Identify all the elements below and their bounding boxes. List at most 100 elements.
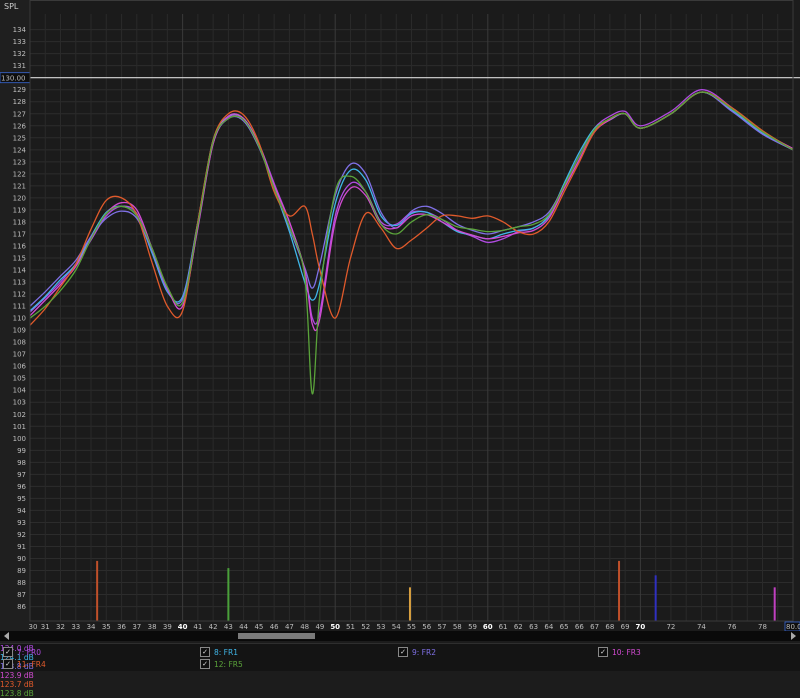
y-tick-label: 125 bbox=[13, 134, 26, 142]
y-tick-label: 134 bbox=[13, 26, 27, 34]
y-tick-label: 133 bbox=[13, 38, 26, 46]
y-tick-label: 102 bbox=[13, 411, 26, 419]
x-tick-label: 31 bbox=[41, 623, 50, 631]
y-tick-label: 91 bbox=[17, 543, 26, 551]
y-tick-label: 106 bbox=[13, 363, 27, 371]
x-tick-label: 45 bbox=[254, 623, 263, 631]
legend-db: 123.8 dB bbox=[0, 689, 34, 698]
y-tick-label: 114 bbox=[13, 267, 27, 275]
y-tick-label: 112 bbox=[13, 291, 26, 299]
legend: ✓ 7: FR0 ✓ 8: FR1 ✓ 9: FR2 ✓ 10: FR3 ✓ 1… bbox=[0, 643, 800, 698]
x-tick-label: 42 bbox=[209, 623, 218, 631]
x-tick-label: 55 bbox=[407, 623, 416, 631]
y-tick-label: 95 bbox=[17, 495, 26, 503]
legend-item-fr1[interactable]: ✓ 8: FR1 bbox=[200, 646, 238, 658]
x-tick-label: 76 bbox=[727, 623, 736, 631]
y-tick-label: 101 bbox=[13, 423, 26, 431]
y-tick-label: 104 bbox=[13, 387, 27, 395]
x-tick-label: 37 bbox=[132, 623, 141, 631]
x-tick-label: 63 bbox=[529, 623, 538, 631]
y-tick-label: 88 bbox=[17, 579, 26, 587]
scroll-left-arrow-icon[interactable] bbox=[4, 632, 9, 640]
horizontal-scrollbar[interactable] bbox=[0, 631, 800, 641]
legend-item-fr5[interactable]: ✓ 12: FR5 bbox=[200, 658, 243, 670]
y-tick-label: 98 bbox=[17, 459, 26, 467]
y-tick-label: 119 bbox=[13, 206, 26, 214]
y-tick-label: 126 bbox=[13, 122, 27, 130]
y-tick-label: 87 bbox=[17, 591, 26, 599]
y-tick-label: 107 bbox=[13, 351, 26, 359]
x-tick-label: 51 bbox=[346, 623, 355, 631]
x-tick-label: 46 bbox=[270, 623, 279, 631]
y-tick-label: 108 bbox=[13, 339, 26, 347]
x-tick-label: 69 bbox=[621, 623, 630, 631]
legend-checkbox[interactable]: ✓ bbox=[200, 659, 210, 669]
y-tick-label: 117 bbox=[13, 230, 26, 238]
x-tick-label: 74 bbox=[697, 623, 706, 631]
y-tick-label: 110 bbox=[13, 315, 26, 323]
legend-label: 12: FR5 bbox=[214, 659, 243, 669]
legend-label: 8: FR1 bbox=[214, 647, 238, 657]
y-tick-label: 118 bbox=[13, 218, 26, 226]
spl-plot[interactable]: 86 87 88 89 90 91 92 93 94 95 96 97 98 99 100 101 102 103… bbox=[0, 0, 800, 643]
legend-item-fr4[interactable]: ✓ 11: FR4 bbox=[3, 658, 46, 670]
x-tick-label: 40 bbox=[178, 623, 188, 631]
y-tick-label: 89 bbox=[17, 567, 26, 575]
x-tick-label: 64 bbox=[544, 623, 553, 631]
y-tick-label: 111 bbox=[13, 303, 26, 311]
y-tick-label: 105 bbox=[13, 375, 26, 383]
legend-db: 123.9 dB bbox=[0, 671, 34, 680]
x-tick-label: 34 bbox=[87, 623, 96, 631]
x-tick-label: 36 bbox=[117, 623, 126, 631]
y-tick-label: 94 bbox=[17, 507, 26, 515]
legend-checkbox[interactable]: ✓ bbox=[598, 647, 608, 657]
legend-db: 123.7 dB bbox=[0, 680, 34, 689]
legend-checkbox[interactable]: ✓ bbox=[398, 647, 408, 657]
x-tick-label: 54 bbox=[392, 623, 401, 631]
legend-item-fr2[interactable]: ✓ 9: FR2 bbox=[398, 646, 436, 658]
x-tick-label: 56 bbox=[422, 623, 431, 631]
y-tick-label: 97 bbox=[17, 471, 26, 479]
legend-label: 7: FR0 bbox=[17, 647, 41, 657]
y-tick-label: 121 bbox=[13, 182, 26, 190]
x-tick-label: 65 bbox=[560, 623, 569, 631]
legend-checkbox[interactable]: ✓ bbox=[200, 647, 210, 657]
y-tick-label: 128 bbox=[13, 98, 26, 106]
scrollbar-thumb[interactable] bbox=[238, 633, 315, 639]
legend-item-fr0[interactable]: ✓ 7: FR0 bbox=[3, 646, 41, 658]
spl-chart-window: 86 87 88 89 90 91 92 93 94 95 96 97 98 99 100 101 102 103… bbox=[0, 0, 800, 698]
legend-label: 9: FR2 bbox=[412, 647, 436, 657]
legend-item-fr3[interactable]: ✓ 10: FR3 bbox=[598, 646, 641, 658]
y-tick-label: 115 bbox=[13, 255, 26, 263]
scroll-right-arrow-icon[interactable] bbox=[791, 632, 796, 640]
x-tick-label: 48 bbox=[300, 623, 309, 631]
x-tick-label: 61 bbox=[499, 623, 508, 631]
x-tick-label: 72 bbox=[666, 623, 675, 631]
y-tick-label: 109 bbox=[13, 327, 26, 335]
x-tick-label: 58 bbox=[453, 623, 462, 631]
y-tick-label: 93 bbox=[17, 519, 26, 527]
y-tick-label: 99 bbox=[17, 447, 26, 455]
legend-checkbox[interactable]: ✓ bbox=[3, 659, 13, 669]
x-tick-label: 38 bbox=[148, 623, 157, 631]
y-tick-label: 131 bbox=[13, 62, 26, 70]
y-tick-label: 116 bbox=[13, 242, 27, 250]
x-tick-label: 62 bbox=[514, 623, 523, 631]
x-tick-label: 44 bbox=[239, 623, 248, 631]
legend-checkbox[interactable]: ✓ bbox=[3, 647, 13, 657]
x-tick-label: 43 bbox=[224, 623, 233, 631]
y-tick-label: 129 bbox=[13, 86, 26, 94]
x-tick-label: 39 bbox=[163, 623, 172, 631]
x-tick-label: 41 bbox=[193, 623, 202, 631]
y-tick-label: 122 bbox=[13, 170, 26, 178]
x-tick-label: 52 bbox=[361, 623, 370, 631]
x-tick-label: 53 bbox=[377, 623, 386, 631]
y-tick-label: 100 bbox=[13, 435, 26, 443]
x-tick-label: 49 bbox=[315, 623, 324, 631]
legend-label: 11: FR4 bbox=[17, 659, 46, 669]
x-tick-label: 50 bbox=[330, 623, 340, 631]
legend-label: 10: FR3 bbox=[612, 647, 641, 657]
x-tick-label: 35 bbox=[102, 623, 111, 631]
x-tick-label: 70 bbox=[636, 623, 646, 631]
x-tick-label: 59 bbox=[468, 623, 477, 631]
